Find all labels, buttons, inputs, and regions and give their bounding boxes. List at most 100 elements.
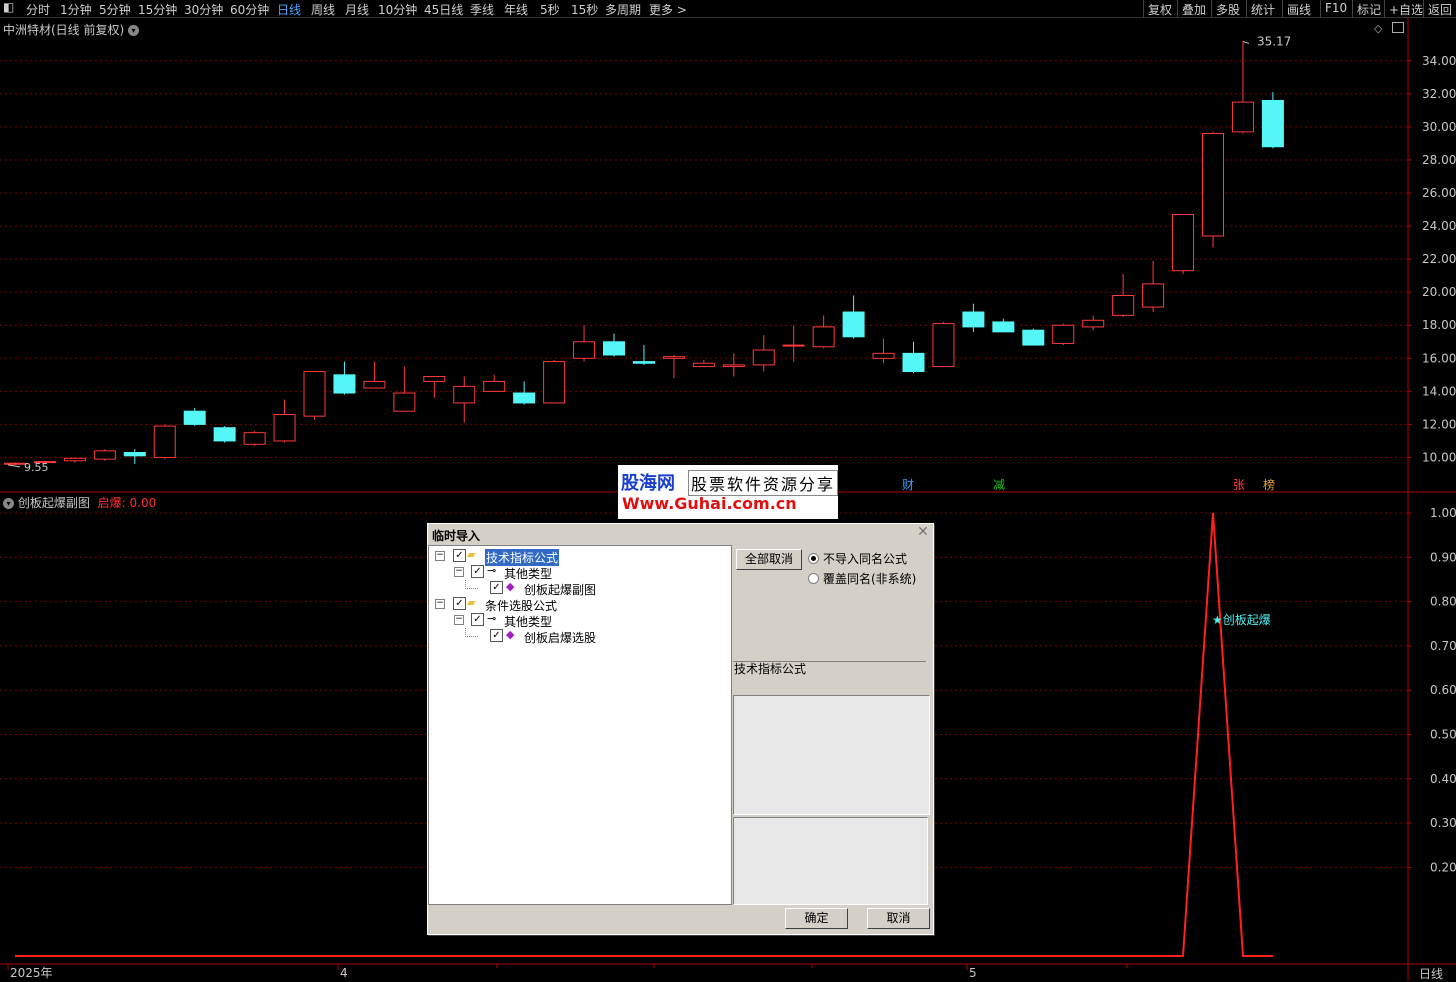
period-tab-13[interactable]: 5秒 <box>540 1 560 18</box>
candle-body <box>752 349 775 366</box>
period-tab-1[interactable]: 1分钟 <box>60 1 92 18</box>
collapse-icon[interactable]: − <box>435 551 445 561</box>
period-label[interactable]: 日线 <box>1419 965 1443 982</box>
candle-body <box>123 452 146 457</box>
toolbar-action-6[interactable]: 标记 <box>1357 1 1381 18</box>
checkbox[interactable]: ✓ <box>453 597 466 610</box>
candle-body <box>722 364 745 368</box>
tree-node-0[interactable]: − ✓ ▰ 技术指标公式 <box>429 548 729 566</box>
deselect-all-button[interactable]: 全部取消 <box>736 549 802 570</box>
formula-icon: ◆ <box>506 580 515 593</box>
cancel-button[interactable]: 取消 <box>867 908 930 929</box>
collapse-icon[interactable]: − <box>435 599 445 609</box>
toolbar-action-4[interactable]: 画线 <box>1287 1 1311 18</box>
y-tick-label: 30.00 <box>1422 120 1456 134</box>
y-tick-label: 0.40 <box>1430 772 1456 786</box>
checkbox[interactable]: ✓ <box>490 629 503 642</box>
folder-icon: ▰ <box>467 548 476 561</box>
candle-body <box>992 321 1015 333</box>
period-tab-4[interactable]: 30分钟 <box>184 1 223 18</box>
candle-body <box>4 462 26 465</box>
collapse-icon[interactable]: − <box>454 567 464 577</box>
candle-body <box>1082 319 1105 328</box>
chevron-down-icon[interactable]: ▾ <box>128 25 140 36</box>
candle-body <box>93 450 116 460</box>
tree-node-5[interactable]: ✓ ◆ 创板启爆选股 <box>429 628 729 646</box>
candle-body <box>273 413 296 442</box>
y-tick-label: 0.20 <box>1430 860 1456 874</box>
tree-node-label[interactable]: 创板启爆选股 <box>524 629 596 646</box>
toolbar-action-7[interactable]: +自选 <box>1389 1 1423 18</box>
toolbar-action-5[interactable]: F10 <box>1325 1 1347 15</box>
collapse-icon[interactable]: − <box>454 615 464 625</box>
sub-chart-title: ▾ 创板起爆副图 启爆: 0.00 <box>3 494 156 511</box>
y-tick-label: 14.00 <box>1422 384 1456 398</box>
period-tab-5[interactable]: 60分钟 <box>230 1 269 18</box>
formula-tree[interactable]: − ✓ ▰ 技术指标公式 − ✓ ⊸ 其他类型 ✓ ◆ 创板起爆副图 − ✓ ▰ 条件选股公式 − ✓ ⊸ 其他类型… <box>428 545 732 905</box>
y-tick-label: 32.00 <box>1422 87 1456 101</box>
y-tick-label: 18.00 <box>1422 318 1456 332</box>
toolbar-action-1[interactable]: 叠加 <box>1182 1 1206 18</box>
period-tab-12[interactable]: 年线 <box>504 1 528 18</box>
tree-connector <box>465 580 478 589</box>
candle-body <box>1172 214 1195 272</box>
period-tab-14[interactable]: 15秒 <box>571 1 598 18</box>
ok-button[interactable]: 确定 <box>785 908 848 929</box>
y-tick-label: 12.00 <box>1422 417 1456 431</box>
period-tab-15[interactable]: 多周期 <box>605 1 641 18</box>
info-panel-top <box>733 695 930 815</box>
period-tab-8[interactable]: 月线 <box>345 1 369 18</box>
period-tab-10[interactable]: 45日线 <box>424 1 463 18</box>
candle-body <box>1052 324 1075 344</box>
high-price-label: 35.17 <box>1257 34 1291 48</box>
radio-skip-same-name[interactable] <box>808 553 819 564</box>
toolbar-action-8[interactable]: 返回 <box>1428 1 1452 18</box>
tree-node-4[interactable]: − ✓ ⊸ 其他类型 <box>429 612 729 629</box>
tree-node-1[interactable]: − ✓ ⊸ 其他类型 <box>429 564 729 581</box>
dialog-titlebar[interactable]: 临时导入 ✕ <box>428 524 933 543</box>
period-tab-9[interactable]: 10分钟 <box>378 1 417 18</box>
tree-connector <box>465 628 478 637</box>
candle-body <box>932 323 955 368</box>
checkbox[interactable]: ✓ <box>471 613 484 626</box>
y-tick-label: 22.00 <box>1422 252 1456 266</box>
watermark-slogan: 股票软件资源分享 <box>688 470 838 496</box>
period-tab-11[interactable]: 季线 <box>470 1 494 18</box>
close-icon[interactable]: ✕ <box>916 525 930 540</box>
period-tab-16[interactable]: 更多 > <box>649 1 687 18</box>
candle-body <box>872 352 895 359</box>
radio-skip-same-name-label[interactable]: 不导入同名公式 <box>823 550 907 567</box>
checkbox[interactable]: ✓ <box>471 565 484 578</box>
candle-body <box>243 432 266 445</box>
toolbar-separator <box>1352 0 1353 17</box>
toolbar-toggle-icon[interactable]: ◧ <box>3 0 14 14</box>
period-tab-3[interactable]: 15分钟 <box>138 1 177 18</box>
watermark-logo: 股海网 股票软件资源分享 Www.Guhai.com.cn <box>618 465 838 519</box>
y-tick-label: 0.50 <box>1430 728 1456 742</box>
tree-node-3[interactable]: − ✓ ▰ 条件选股公式 <box>429 596 729 613</box>
formula-icon: ◆ <box>506 628 515 641</box>
toolbar-action-2[interactable]: 多股 <box>1216 1 1240 18</box>
chevron-down-icon[interactable]: ▾ <box>3 498 14 509</box>
tree-node-2[interactable]: ✓ ◆ 创板起爆副图 <box>429 580 729 597</box>
period-tab-7[interactable]: 周线 <box>311 1 335 18</box>
y-tick-label: 0.30 <box>1430 816 1456 830</box>
toolbar-separator <box>1384 0 1385 17</box>
candle-body <box>902 352 925 373</box>
period-tab-2[interactable]: 5分钟 <box>99 1 131 18</box>
candle-body <box>153 425 176 458</box>
checkbox[interactable]: ✓ <box>453 549 466 562</box>
low-marker <box>7 464 21 468</box>
period-tab-0[interactable]: 分时 <box>26 1 50 18</box>
toolbar-action-3[interactable]: 统计 <box>1251 1 1275 18</box>
toolbar-action-0[interactable]: 复权 <box>1148 1 1172 18</box>
radio-overwrite-same-name-label[interactable]: 覆盖同名(非系统) <box>823 570 916 587</box>
panel-toggle-icon[interactable] <box>1392 22 1404 33</box>
y-tick-label: 16.00 <box>1422 351 1456 365</box>
period-tab-6[interactable]: 日线 <box>277 1 301 18</box>
radio-overwrite-same-name[interactable] <box>808 573 819 584</box>
diamond-icon[interactable]: ◇ <box>1374 22 1382 35</box>
checkbox[interactable]: ✓ <box>490 581 503 594</box>
candle-body <box>483 380 506 392</box>
signal-label: ★创板起爆 <box>1212 613 1271 627</box>
